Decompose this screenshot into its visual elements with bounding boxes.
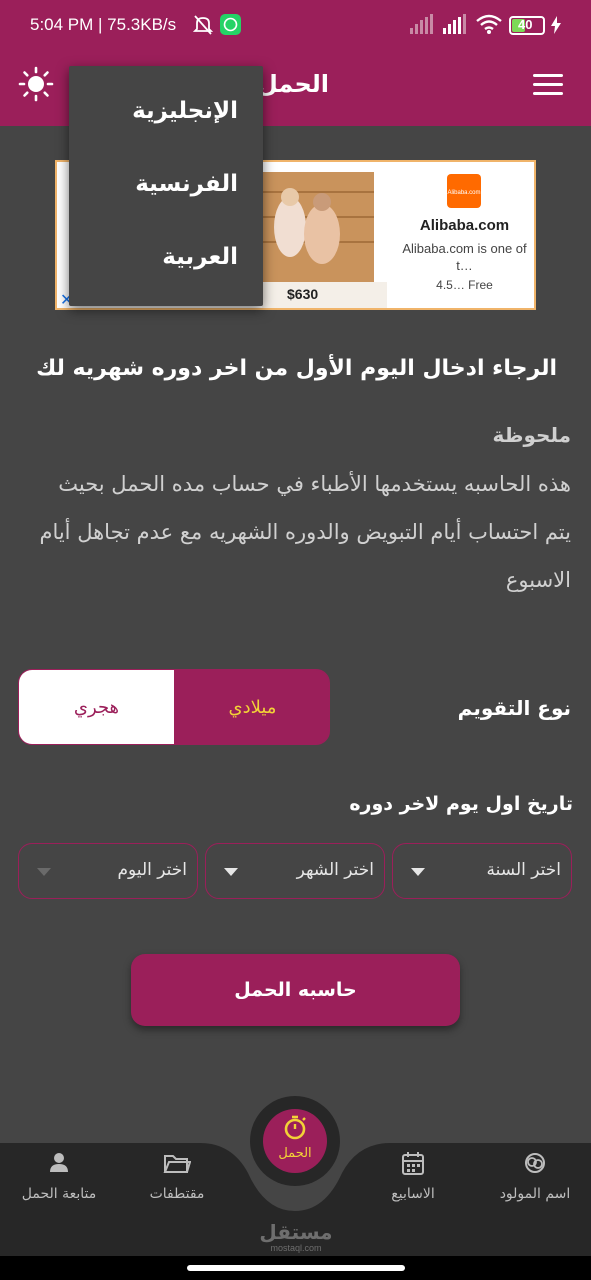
ad-advertiser-name: Alibaba.com xyxy=(419,217,510,234)
ad-price: $630 xyxy=(287,286,319,302)
nav-item-pregnancy[interactable] xyxy=(263,1109,327,1173)
home-indicator[interactable] xyxy=(187,1265,405,1271)
ad-product-image xyxy=(262,172,374,282)
status-time: 5:04 PM | 75.3KB/s xyxy=(30,15,177,34)
menu-item-english[interactable]: الإنجليزية xyxy=(132,98,238,124)
ad-description: Alibaba.com is one of t… xyxy=(402,241,527,273)
nav-item-pregnancy-tracking[interactable]: متابعة الحمل xyxy=(10,1150,108,1202)
nav-item-weeks[interactable]: الاسابيع xyxy=(380,1150,446,1202)
theme-toggle-button[interactable] xyxy=(18,66,54,102)
battery-icon: 40 xyxy=(509,16,545,35)
signal-icon xyxy=(410,14,433,34)
nav-label-pregnancy-tracking: متابعة الحمل xyxy=(21,1186,97,1202)
month-select[interactable]: اختر الشهر xyxy=(205,843,385,899)
nav-label-excerpts: مقتطفات xyxy=(149,1186,205,1202)
language-menu: الإنجليزية الفرنسية العربية xyxy=(69,66,263,306)
whatsapp-icon xyxy=(220,14,241,35)
chevron-down-icon xyxy=(37,868,51,876)
calendar-icon xyxy=(402,1152,424,1175)
sun-icon xyxy=(18,66,54,102)
timer-icon xyxy=(284,1115,306,1140)
nav-label-weeks: الاسابيع xyxy=(391,1186,435,1202)
year-select-text: اختر السنة xyxy=(486,860,561,880)
ad-price-box xyxy=(262,282,387,308)
status-bar: 5:04 PM | 75.3KB/s 40 xyxy=(0,0,591,52)
calculate-pregnancy-button[interactable]: حاسبه الحمل xyxy=(131,954,460,1026)
menu-icon-line xyxy=(533,92,563,95)
date-label: تاريخ اول يوم لاخر دوره xyxy=(349,793,573,815)
bell-muted-icon xyxy=(193,15,213,35)
year-select[interactable]: اختر السنة xyxy=(392,843,572,899)
app-title: الحمل xyxy=(256,70,329,98)
signal-icon xyxy=(443,14,466,34)
battery-percent: 40 xyxy=(518,17,533,32)
alibaba-logo-icon: Alibaba.com xyxy=(447,174,481,208)
folder-icon xyxy=(163,1155,192,1173)
watermark-logo: مستقل xyxy=(259,1220,333,1244)
nav-label-pregnancy: الحمل xyxy=(278,1146,312,1161)
menu-item-french[interactable]: الفرنسية xyxy=(135,171,238,197)
menu-icon-line xyxy=(533,83,563,86)
calendar-type-label: نوع التقويم xyxy=(457,696,571,720)
ad-logo-text: Alibaba.com xyxy=(447,190,481,196)
chevron-down-icon xyxy=(224,868,238,876)
menu-icon-line xyxy=(533,74,563,77)
nav-item-excerpts[interactable]: مقتطفات xyxy=(140,1150,214,1202)
calendar-type-toggle: هجري ميلادي xyxy=(18,669,330,745)
nav-label-baby-name: اسم المولود xyxy=(499,1186,571,1202)
month-select-text: اختر الشهر xyxy=(296,860,374,880)
nav-item-baby-name[interactable]: اسم المولود xyxy=(492,1150,578,1202)
menu-item-arabic[interactable]: العربية xyxy=(162,244,238,270)
day-select-text: اختر اليوم xyxy=(117,860,188,880)
calendar-option-hijri[interactable]: هجري xyxy=(19,670,174,744)
page-prompt: الرجاء ادخال اليوم الأول من اخر دوره شهر… xyxy=(36,356,557,381)
watermark-url: mostaql.com xyxy=(270,1243,322,1253)
ad-photo-art xyxy=(262,172,374,282)
chevron-down-icon xyxy=(411,868,425,876)
charging-icon xyxy=(551,16,561,34)
calendar-option-gregorian[interactable]: ميلادي xyxy=(174,670,329,744)
baby-name-icon xyxy=(525,1153,545,1173)
hamburger-menu-button[interactable] xyxy=(533,74,563,98)
ad-rating: 4.5… Free xyxy=(436,278,493,292)
day-select[interactable]: اختر اليوم xyxy=(18,843,198,899)
note-body: هذه الحاسبه يستخدمها الأطباء في حساب مده… xyxy=(39,472,571,592)
wifi-icon xyxy=(476,14,502,34)
note-title: ملحوظة xyxy=(492,423,571,447)
person-icon xyxy=(50,1153,68,1172)
